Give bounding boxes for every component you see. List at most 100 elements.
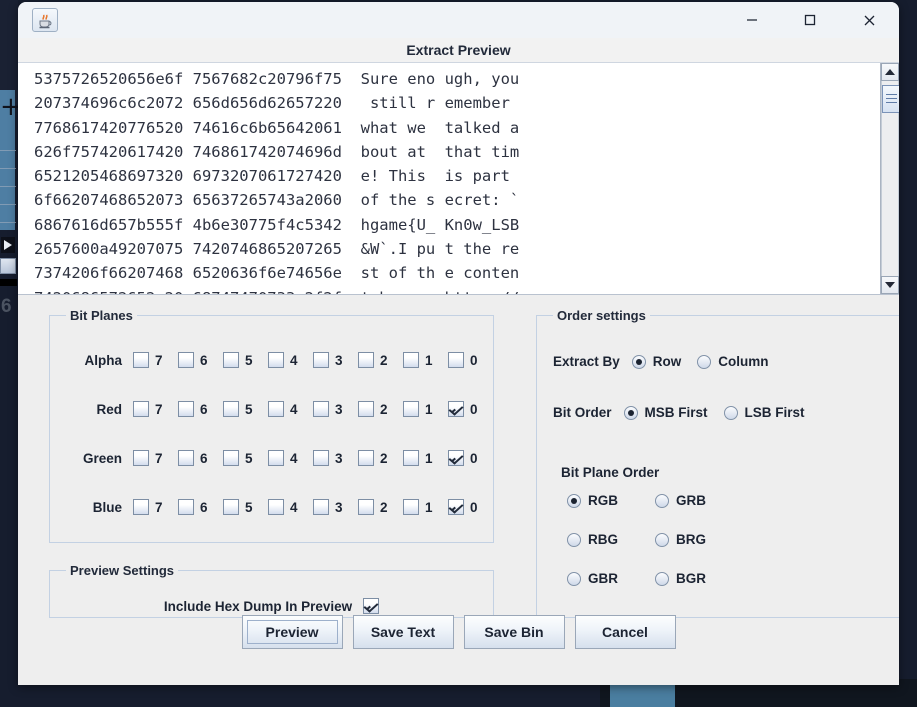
- save-text-button[interactable]: Save Text: [352, 615, 454, 649]
- checkbox-alpha-bit-0[interactable]: [448, 352, 464, 368]
- bit-plane-cell: 4: [268, 450, 313, 466]
- bit-plane-cell: 4: [268, 401, 313, 417]
- bit-plane-cell: 5: [223, 499, 268, 515]
- bit-index-label: 1: [425, 450, 433, 466]
- bit-order-lsb-radio[interactable]: [723, 405, 738, 420]
- checkbox-green-bit-7[interactable]: [133, 450, 149, 466]
- checkbox-blue-bit-2[interactable]: [358, 499, 374, 515]
- checkbox-red-bit-3[interactable]: [313, 401, 329, 417]
- checkbox-blue-bit-0[interactable]: [448, 499, 464, 515]
- bit-plane-order-radio-gbr[interactable]: [567, 571, 581, 586]
- checkbox-green-bit-2[interactable]: [358, 450, 374, 466]
- extract-by-column-radio[interactable]: [697, 354, 712, 369]
- checkbox-red-bit-0[interactable]: [448, 401, 464, 417]
- bit-plane-order-option-grb[interactable]: GRB: [655, 493, 743, 508]
- checkbox-alpha-bit-1[interactable]: [403, 352, 419, 368]
- bit-plane-cell: 3: [313, 401, 358, 417]
- checkbox-blue-bit-1[interactable]: [403, 499, 419, 515]
- close-button[interactable]: [839, 2, 899, 38]
- bit-plane-order-option-rbg[interactable]: RBG: [567, 532, 655, 547]
- maximize-button[interactable]: [781, 2, 839, 38]
- bit-order-option-msb[interactable]: MSB First: [623, 405, 724, 420]
- vertical-scrollbar[interactable]: [880, 63, 899, 294]
- bit-index-label: 6: [200, 499, 208, 515]
- preview-button[interactable]: Preview: [241, 615, 343, 649]
- bit-order-option-lsb[interactable]: LSB First: [723, 405, 821, 420]
- bit-plane-cell: 6: [178, 352, 223, 368]
- bit-plane-order-radio-brg[interactable]: [655, 532, 669, 547]
- bit-index-label: 3: [335, 450, 343, 466]
- bit-plane-order-radio-grb[interactable]: [655, 493, 669, 508]
- checkbox-green-bit-4[interactable]: [268, 450, 284, 466]
- button-label: Save Bin: [484, 624, 544, 640]
- checkbox-red-bit-5[interactable]: [223, 401, 239, 417]
- minimize-button[interactable]: [723, 2, 781, 38]
- checkbox-alpha-bit-5[interactable]: [223, 352, 239, 368]
- checkbox-blue-bit-6[interactable]: [178, 499, 194, 515]
- extract-by-option-column[interactable]: Column: [697, 354, 784, 369]
- bit-plane-order-radio-rgb[interactable]: [567, 493, 581, 508]
- checkbox-red-bit-4[interactable]: [268, 401, 284, 417]
- bit-index-label: 4: [290, 401, 298, 417]
- checkbox-alpha-bit-6[interactable]: [178, 352, 194, 368]
- bit-plane-order-option-rgb[interactable]: RGB: [567, 493, 655, 508]
- checkbox-alpha-bit-3[interactable]: [313, 352, 329, 368]
- checkbox-red-bit-6[interactable]: [178, 401, 194, 417]
- bit-index-label: 0: [470, 499, 478, 515]
- checkbox-blue-bit-3[interactable]: [313, 499, 329, 515]
- checkbox-alpha-bit-7[interactable]: [133, 352, 149, 368]
- background-small-icon: [0, 258, 16, 274]
- bit-plane-order-radio-rbg[interactable]: [567, 532, 581, 547]
- bit-plane-cell: 2: [358, 450, 403, 466]
- checkbox-alpha-bit-4[interactable]: [268, 352, 284, 368]
- bit-index-label: 1: [425, 401, 433, 417]
- checkbox-red-bit-2[interactable]: [358, 401, 374, 417]
- bit-plane-cell: 3: [313, 450, 358, 466]
- checkbox-green-bit-0[interactable]: [448, 450, 464, 466]
- cancel-button[interactable]: Cancel: [574, 615, 676, 649]
- page-title-label: Extract Preview: [406, 42, 511, 58]
- include-hex-dump-checkbox[interactable]: [363, 598, 380, 614]
- extract-by-option-row[interactable]: Row: [631, 354, 698, 369]
- bit-planes-panel-title: Bit Planes: [70, 308, 133, 323]
- checkbox-blue-bit-5[interactable]: [223, 499, 239, 515]
- bit-index-label: 3: [335, 352, 343, 368]
- preview-settings-panel-title: Preview Settings: [70, 563, 175, 578]
- checkbox-alpha-bit-2[interactable]: [358, 352, 374, 368]
- bit-index-label: 5: [245, 499, 253, 515]
- bit-plane-row-blue: Blue 7 6 5 4 3 2 1 0: [50, 497, 493, 517]
- checkbox-green-bit-1[interactable]: [403, 450, 419, 466]
- preview-settings-panel: Preview Settings Include Hex Dump In Pre…: [49, 563, 494, 618]
- extract-by-row-radio[interactable]: [631, 354, 646, 369]
- bit-order-msb-radio[interactable]: [623, 405, 638, 420]
- scrollbar-track[interactable]: [881, 81, 899, 276]
- bit-plane-cell: 1: [403, 450, 448, 466]
- bit-plane-order-label-rgb: RGB: [588, 493, 618, 508]
- bit-plane-order-radio-bgr[interactable]: [655, 571, 669, 586]
- bit-index-label: 0: [470, 401, 478, 417]
- bit-plane-order-option-brg[interactable]: BRG: [655, 532, 743, 547]
- bit-index-label: 4: [290, 352, 298, 368]
- hex-dump-text[interactable]: 5375726520656e6f 7567682c20796f75 Sure e…: [18, 63, 880, 294]
- scrollbar-thumb[interactable]: [882, 85, 899, 113]
- checkbox-blue-bit-7[interactable]: [133, 499, 149, 515]
- bit-plane-order-label-bgr: BGR: [676, 571, 706, 586]
- extract-by-row-label: Row: [652, 354, 682, 369]
- bit-index-label: 6: [200, 352, 208, 368]
- preview-pane: 5375726520656e6f 7567682c20796f75 Sure e…: [18, 63, 899, 295]
- checkbox-green-bit-3[interactable]: [313, 450, 329, 466]
- bit-plane-channel-label: Alpha: [84, 352, 122, 368]
- bit-index-label: 5: [245, 401, 253, 417]
- save-bin-button[interactable]: Save Bin: [463, 615, 565, 649]
- checkbox-red-bit-1[interactable]: [403, 401, 419, 417]
- scrollbar-grip-icon: [886, 94, 897, 106]
- bit-plane-order-option-bgr[interactable]: BGR: [655, 571, 743, 586]
- checkbox-blue-bit-4[interactable]: [268, 499, 284, 515]
- bit-index-label: 1: [425, 499, 433, 515]
- checkbox-green-bit-6[interactable]: [178, 450, 194, 466]
- checkbox-green-bit-5[interactable]: [223, 450, 239, 466]
- scroll-up-arrow-icon[interactable]: [881, 63, 899, 81]
- bit-plane-order-option-gbr[interactable]: GBR: [567, 571, 655, 586]
- checkbox-red-bit-7[interactable]: [133, 401, 149, 417]
- scroll-down-arrow-icon[interactable]: [881, 276, 899, 294]
